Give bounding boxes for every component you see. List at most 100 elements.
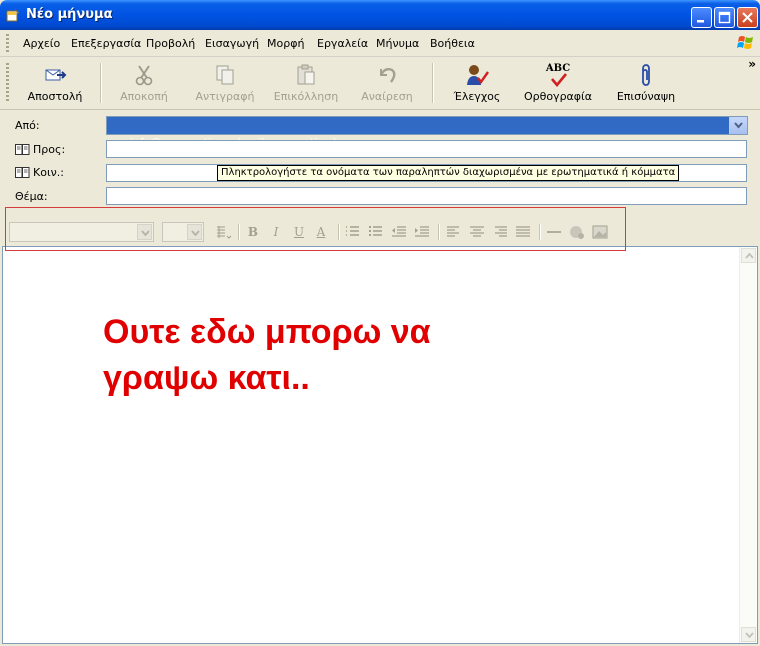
cut-button[interactable]: Αποκοπή <box>112 61 176 105</box>
format-separator <box>438 224 440 240</box>
windows-flag-icon <box>737 36 753 49</box>
send-button[interactable]: Αποστολή <box>20 61 90 105</box>
cut-label: Αποκοπή <box>120 90 168 103</box>
recipients-tooltip: Πληκτρολογήστε τα ονόματα των παραληπτών… <box>217 165 680 181</box>
copy-button[interactable]: Αντιγραφή <box>193 61 257 105</box>
spelling-check-icon <box>551 73 568 87</box>
message-body-editor[interactable]: Ουτε εδω μπορω να γραψω κατι.. <box>2 246 758 644</box>
title-bar[interactable]: Νέο μήνυμα <box>0 0 760 30</box>
new-message-icon <box>6 8 20 22</box>
font-color-button[interactable]: A <box>312 224 330 240</box>
chevron-down-icon <box>191 230 200 236</box>
menu-message[interactable]: Μήνυμα <box>376 37 419 50</box>
subject-input[interactable] <box>106 187 747 205</box>
chevron-down-icon <box>141 230 150 236</box>
menu-grip[interactable] <box>6 34 9 52</box>
body-line-2: γραψω κατι.. <box>103 359 310 397</box>
to-label: Προς: <box>33 143 66 156</box>
decrease-indent-icon[interactable] <box>390 224 408 240</box>
spelling-label: Ορθογραφία <box>523 90 593 103</box>
new-message-window: Νέο μήνυμα Αρχείο Επεξεργασία Προβολή Ει… <box>0 0 760 646</box>
font-name-combo[interactable] <box>9 222 154 242</box>
body-line-1: Ουτε εδω μπορω να <box>103 313 431 351</box>
send-label: Αποστολή <box>27 90 83 103</box>
format-toolbar: B I U A <box>0 212 760 246</box>
format-separator <box>238 224 240 240</box>
address-book-icon <box>15 167 30 178</box>
menu-insert[interactable]: Εισαγωγή <box>205 37 259 50</box>
format-separator <box>338 224 340 240</box>
chevron-down-icon <box>734 122 743 129</box>
toolbar-grip[interactable] <box>6 63 9 103</box>
chevron-up-icon <box>745 253 754 259</box>
insert-picture-icon[interactable] <box>591 224 609 240</box>
increase-indent-icon[interactable] <box>413 224 431 240</box>
close-icon <box>742 12 753 23</box>
toolbar-separator <box>100 63 102 103</box>
copy-icon <box>216 65 234 85</box>
undo-label: Αναίρεση <box>361 90 413 103</box>
menu-edit[interactable]: Επεξεργασία <box>71 37 141 50</box>
menu-view[interactable]: Προβολή <box>146 37 195 50</box>
underline-button[interactable]: U <box>290 224 308 240</box>
close-button[interactable] <box>737 7 758 28</box>
paste-label: Επικόλληση <box>273 90 339 103</box>
undo-icon <box>379 67 396 83</box>
check-names-button[interactable]: Έλεγχος <box>445 61 509 105</box>
scissors-icon <box>135 65 153 86</box>
maximize-button[interactable] <box>714 7 735 28</box>
menu-file[interactable]: Αρχείο <box>23 37 60 50</box>
message-headers: Από: info@mavranti.gr (mail.mavranti.gr)… <box>0 110 760 210</box>
main-toolbar: Αποστολή Αποκοπή Αντιγραφή Επικόλληση Αν… <box>0 56 760 110</box>
align-center-icon[interactable] <box>468 224 486 240</box>
minimize-icon <box>697 20 704 23</box>
to-input[interactable] <box>106 140 747 158</box>
cc-address-book-button[interactable]: Κοιν.: <box>15 166 64 179</box>
vertical-scrollbar[interactable] <box>739 247 757 643</box>
subject-label: Θέμα: <box>15 190 48 203</box>
align-right-icon[interactable] <box>491 224 509 240</box>
horizontal-line-icon[interactable] <box>545 224 563 240</box>
format-separator <box>539 224 541 240</box>
paragraph-style-icon[interactable] <box>214 224 232 240</box>
paste-icon <box>297 64 315 85</box>
spelling-button[interactable]: ABC Ορθογραφία <box>522 61 594 105</box>
menu-format[interactable]: Μορφή <box>267 37 304 50</box>
check-names-label: Έλεγχος <box>453 90 501 103</box>
bold-button[interactable]: B <box>244 224 262 240</box>
font-name-dropdown[interactable] <box>137 224 152 240</box>
minimize-button[interactable] <box>691 7 712 28</box>
window-title: Νέο μήνυμα <box>26 7 113 22</box>
maximize-icon <box>718 11 731 24</box>
paste-button[interactable]: Επικόλληση <box>270 61 342 105</box>
send-icon <box>45 69 67 81</box>
justify-icon[interactable] <box>514 224 532 240</box>
copy-label: Αντιγραφή <box>195 90 255 103</box>
italic-button[interactable]: I <box>267 224 285 240</box>
from-dropdown-button[interactable] <box>729 117 747 134</box>
chevron-down-icon <box>745 632 754 638</box>
paperclip-icon <box>642 64 650 86</box>
menu-tools[interactable]: Εργαλεία <box>317 37 368 50</box>
scroll-up-button[interactable] <box>741 248 756 263</box>
menu-help[interactable]: Βοήθεια <box>430 37 475 50</box>
numbered-list-icon[interactable] <box>344 224 362 240</box>
from-account-select[interactable]: info@mavranti.gr (mail.mavranti.gr) <box>106 116 748 149</box>
menu-bar: Αρχείο Επεξεργασία Προβολή Εισαγωγή Μορφ… <box>0 30 760 57</box>
check-names-icon <box>467 65 489 85</box>
attach-label: Επισύναψη <box>616 90 676 103</box>
message-body-text[interactable]: Ουτε εδω μπορω να γραψω κατι.. <box>103 309 663 401</box>
attach-button[interactable]: Επισύναψη <box>612 61 680 105</box>
font-size-dropdown[interactable] <box>187 224 202 240</box>
align-left-icon[interactable] <box>445 224 463 240</box>
undo-button[interactable]: Αναίρεση <box>355 61 419 105</box>
bullet-list-icon[interactable] <box>367 224 385 240</box>
insert-hyperlink-icon[interactable] <box>568 224 586 240</box>
cc-label: Κοιν.: <box>33 166 65 179</box>
toolbar-separator <box>432 63 434 103</box>
font-size-combo[interactable] <box>162 222 204 242</box>
scroll-down-button[interactable] <box>741 627 756 642</box>
to-address-book-button[interactable]: Προς: <box>15 143 65 156</box>
from-label: Από: <box>15 119 40 132</box>
toolbar-chevron-icon[interactable]: » <box>748 57 756 71</box>
